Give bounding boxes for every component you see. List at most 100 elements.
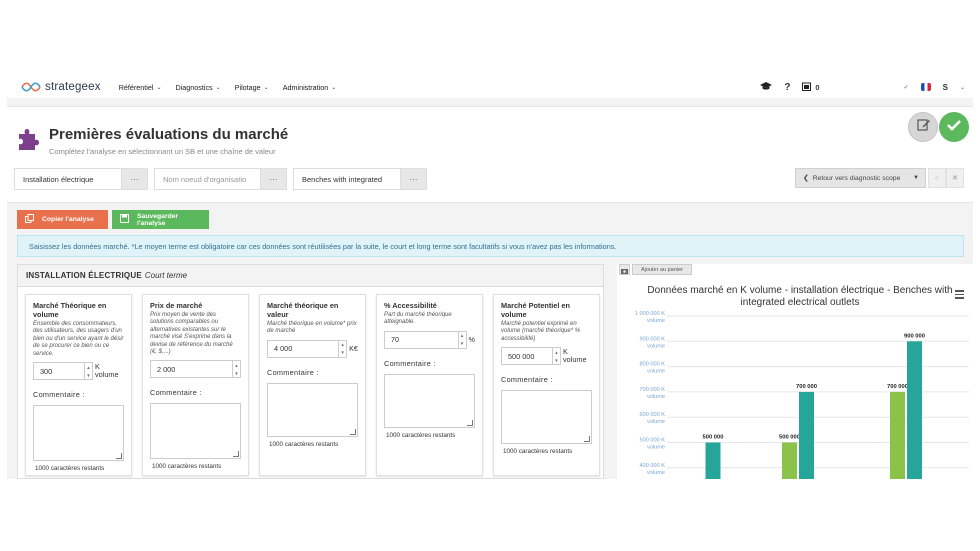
comment-label: Commentaire : <box>501 375 553 385</box>
user-initial[interactable]: S <box>943 83 948 92</box>
card-title: Prix de marché <box>150 301 203 310</box>
comment-textarea[interactable] <box>267 382 358 437</box>
spinner[interactable]: ▲ ▼ <box>232 361 240 378</box>
chevron-down-icon: ⌄ <box>331 84 337 91</box>
sb-select-value: Installation électrique <box>23 174 94 184</box>
notification-count: 0 <box>815 82 820 92</box>
value-chain-more-button[interactable]: ··· <box>400 169 426 189</box>
back-label: Retour vers diagnostic scope <box>812 174 901 182</box>
france-flag-icon[interactable] <box>920 83 931 91</box>
y-tick-label: volume <box>647 369 665 375</box>
theoretical-volume-input[interactable]: 300 ▲ ▼ <box>33 362 93 381</box>
data-label: 500 000 <box>703 435 724 441</box>
sb-select-more-button[interactable]: ··· <box>121 169 147 189</box>
input-row: 2 000 ▲ ▼ <box>150 360 241 379</box>
edit-button[interactable] <box>908 112 938 142</box>
remaining-chars: 1000 caractères restants <box>35 465 105 473</box>
theoretical-value-input[interactable]: 4 000 ▲ ▼ <box>267 339 348 358</box>
check-small-icon: ✓ <box>903 84 909 91</box>
unit-label: K volume <box>95 362 119 380</box>
save-analysis-button[interactable]: Sauvegarder l'analyse <box>112 210 209 229</box>
resize-grip-icon[interactable] <box>584 436 590 443</box>
action-buttons: Copier l'analyse Sauvegarder l'analyse <box>17 210 209 229</box>
potential-volume-input[interactable]: 500 000 ▲ ▼ <box>501 347 561 366</box>
value-chain-value: Benches with integrated <box>302 174 383 184</box>
cancel-small-button[interactable]: ✖ <box>946 168 964 188</box>
page-subtitle: Complétez l'analyse en sélectionnant un … <box>49 147 276 156</box>
comment-textarea[interactable] <box>501 390 592 445</box>
copy-analysis-button[interactable]: Copier l'analyse <box>17 210 108 229</box>
add-to-cart-button[interactable]: Ajouter au panier <box>632 264 692 275</box>
comment-textarea[interactable] <box>33 405 124 462</box>
camera-button[interactable] <box>619 264 630 275</box>
resize-grip-icon[interactable] <box>233 451 239 458</box>
spinner[interactable]: ▲ ▼ <box>84 363 92 380</box>
chart-panel: 1 000 000 Kvolume 900 000 Kvolume 800 000 … <box>617 264 973 479</box>
menu-referentiel[interactable]: Référentiel ⌄ <box>119 83 162 92</box>
chevron-down-icon: ⌄ <box>263 84 269 91</box>
accessibility-input[interactable]: 70 ▲ ▼ <box>384 330 467 349</box>
resize-grip-icon[interactable] <box>350 428 356 435</box>
check-icon <box>947 118 961 136</box>
brand-logo[interactable]: strategeex <box>21 81 101 93</box>
menu-diagnostics[interactable]: Diagnostics ⌄ <box>176 83 221 92</box>
comment-textarea[interactable] <box>150 403 241 460</box>
card-theoretical-volume: Marché Théorique en volume Ensemble des … <box>25 294 132 476</box>
org-node-more-button[interactable]: ··· <box>260 169 286 189</box>
spinner[interactable]: ▲ ▼ <box>552 348 560 365</box>
graduation-cap-icon[interactable] <box>760 81 773 93</box>
sb-select[interactable]: Installation électrique ··· <box>14 168 148 190</box>
brand-name: strategeex <box>45 81 101 93</box>
resize-grip-icon[interactable] <box>116 453 122 460</box>
y-tick-label: 900 000 K <box>639 336 665 342</box>
top-navbar: strategeex Référentiel ⌄ Diagnostics ⌄ Pil… <box>7 76 973 98</box>
panel-title: INSTALLATION ÉLECTRIQUE <box>26 271 142 280</box>
confirm-small-button[interactable]: ✓ <box>928 168 946 188</box>
market-price-input[interactable]: 2 000 ▲ ▼ <box>150 360 241 379</box>
page-header: Premières évaluations du marché Compléte… <box>7 106 973 203</box>
remaining-chars: 1000 caractères restants <box>503 448 573 456</box>
notifications[interactable]: 0 <box>802 82 820 93</box>
comment-textarea[interactable] <box>384 373 475 428</box>
comment-label: Commentaire : <box>33 390 85 400</box>
edit-icon <box>916 118 930 136</box>
bar <box>907 341 922 479</box>
info-alert: Saisissez les données marché. *Le moyen … <box>17 235 964 257</box>
unit-label: K€ <box>349 343 358 353</box>
unit-label: % <box>468 334 476 344</box>
y-tick-label: volume <box>647 394 665 400</box>
resize-grip-icon[interactable] <box>467 419 473 426</box>
card-title: Marché théorique en valeur <box>267 301 339 319</box>
y-tick-label: volume <box>647 419 665 425</box>
back-to-scope-button[interactable]: ❮ Retour vers diagnostic scope ▼ <box>795 168 926 188</box>
y-tick-label: 800 000 K <box>639 362 665 368</box>
chevron-down-icon: ⌄ <box>156 84 162 91</box>
brand-logo-icon <box>21 82 41 92</box>
card-title: % Accessibilité <box>384 301 437 310</box>
caret-down-icon: ▼ <box>913 175 919 181</box>
spinner[interactable]: ▲ ▼ <box>338 340 346 357</box>
bar <box>705 442 721 479</box>
metric-cards: Marché Théorique en volume Ensemble des … <box>25 294 600 476</box>
data-label: 700 000 <box>796 384 817 390</box>
chart-menu-icon[interactable] <box>955 290 964 301</box>
comment-label: Commentaire : <box>267 367 319 377</box>
menu-label: Administration <box>282 82 329 92</box>
input-row: 300 ▲ ▼ K volume <box>33 362 124 381</box>
card-title: Marché Potentiel en volume <box>501 301 570 319</box>
input-value: 2 000 <box>157 364 176 374</box>
spinner[interactable]: ▲ ▼ <box>457 331 466 348</box>
menu-pilotage[interactable]: Pilotage ⌄ <box>235 83 269 92</box>
chevron-down-icon[interactable]: ⌄ <box>960 84 965 91</box>
menu-administration[interactable]: Administration ⌄ <box>283 83 337 92</box>
help-icon[interactable]: ? <box>784 82 790 93</box>
y-tick-label: 600 000 K <box>639 412 665 418</box>
value-chain-select[interactable]: Benches with integrated ··· <box>293 168 427 190</box>
validate-button[interactable] <box>939 112 969 142</box>
data-label: 900 000 <box>904 333 925 339</box>
card-description: Ensemble des consommateurs, des utilisat… <box>33 321 124 357</box>
data-label: 500 000 <box>779 435 800 441</box>
card-theoretical-value: Marché théorique en valeur Marché théori… <box>259 294 366 476</box>
org-node-select[interactable]: Nom noeud d'organisatio ··· <box>154 168 287 190</box>
input-value: 300 <box>40 366 53 376</box>
